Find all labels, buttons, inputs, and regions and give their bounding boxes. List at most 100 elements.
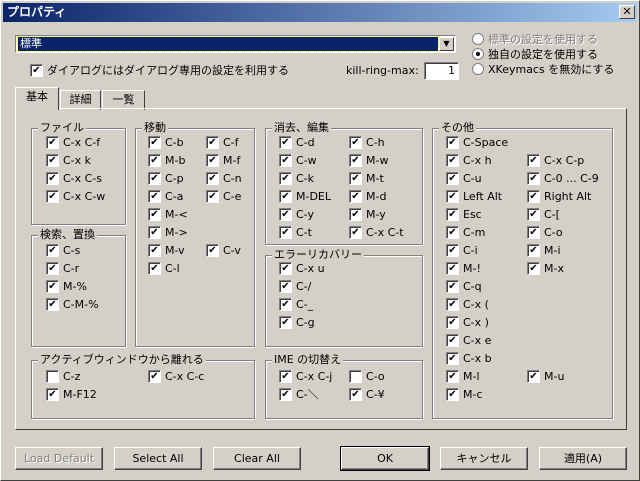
title-bar[interactable]: プロパティ ✕ <box>3 3 637 22</box>
checkbox-key[interactable]: C-x C-t <box>349 225 404 242</box>
checkbox-key[interactable]: M-l <box>446 369 480 386</box>
checkbox-label: C-x u <box>296 262 325 275</box>
checkbox-key[interactable]: C-q <box>446 279 482 296</box>
checkbox-key[interactable]: C-x C-c <box>148 369 204 386</box>
checkbox-key[interactable]: M-d <box>349 189 386 206</box>
checkbox-key[interactable]: C-d <box>279 135 315 152</box>
checkbox-box <box>46 279 59 293</box>
checkbox-box <box>206 153 219 167</box>
checkbox-key[interactable]: M-y <box>349 207 386 224</box>
checkbox-key[interactable]: C-[ <box>527 207 560 224</box>
checkbox-key[interactable]: M-i <box>527 243 561 260</box>
checkbox-key[interactable]: M-u <box>527 369 564 386</box>
checkbox-key[interactable]: Left Alt <box>446 189 503 206</box>
checkbox-key[interactable]: C-a <box>148 189 183 206</box>
checkbox-key[interactable]: C-o <box>527 225 563 242</box>
chevron-down-icon[interactable]: ▼ <box>439 37 454 51</box>
checkbox-key[interactable]: M-DEL <box>279 189 331 206</box>
checkbox-label: Left Alt <box>463 190 503 203</box>
checkbox-key[interactable]: C-＼ <box>279 387 319 404</box>
cancel-button[interactable]: キャンセル <box>440 447 528 470</box>
checkbox-key[interactable]: M-! <box>446 261 481 278</box>
checkbox-box <box>446 351 459 365</box>
checkbox-key[interactable]: C-_ <box>279 297 313 314</box>
checkbox-key[interactable]: C-x C-s <box>46 171 102 188</box>
checkbox-key[interactable]: C-p <box>148 171 184 188</box>
checkbox-key[interactable]: C-s <box>46 243 80 260</box>
checkbox-key[interactable]: C-Space <box>446 135 508 152</box>
checkbox-box <box>148 225 161 239</box>
checkbox-key[interactable]: C-¥ <box>349 387 385 404</box>
checkbox-key[interactable]: C-v <box>206 243 241 260</box>
checkbox-key[interactable]: C-b <box>148 135 184 152</box>
checkbox-key[interactable]: C-f <box>206 135 239 152</box>
checkbox-key[interactable]: C-m <box>446 225 485 242</box>
checkbox-box <box>279 297 292 311</box>
keymap-combo[interactable]: 標準 ▼ <box>15 35 456 53</box>
checkbox-key[interactable]: C-e <box>206 189 241 206</box>
checkbox-key[interactable]: M-x <box>527 261 564 278</box>
radio-use-custom[interactable]: 独自の設定を使用する <box>472 48 598 64</box>
checkbox-key[interactable]: M-f <box>206 153 240 170</box>
checkbox-key[interactable]: Right Alt <box>527 189 591 206</box>
checkbox-key[interactable]: C-r <box>46 261 79 278</box>
tab-basic[interactable]: 基本 <box>15 87 59 110</box>
checkbox-key[interactable]: C-x h <box>446 153 492 170</box>
dialog-settings-checkbox[interactable]: ダイアログにはダイアログ専用の設定を利用する <box>30 63 289 80</box>
checkbox-key[interactable]: C-x C-f <box>46 135 100 152</box>
checkbox-label: C-l <box>165 262 180 275</box>
tab-list[interactable]: 一覧 <box>102 90 145 110</box>
checkbox-key[interactable]: M-F12 <box>46 387 97 404</box>
checkbox-key[interactable]: M-> <box>148 225 188 242</box>
radio-use-default[interactable]: 標準の設定を使用する <box>472 33 598 49</box>
load-default-button[interactable]: Load Default <box>15 447 103 470</box>
checkbox-key[interactable]: C-y <box>279 207 314 224</box>
checkbox-box <box>527 243 540 257</box>
checkbox-key[interactable]: C-t <box>279 225 312 242</box>
checkbox-key[interactable]: C-w <box>279 153 317 170</box>
checkbox-key[interactable]: C-/ <box>279 279 311 296</box>
checkbox-key[interactable]: C-i <box>446 243 478 260</box>
tab-detail[interactable]: 詳細 <box>60 90 101 110</box>
checkbox-key[interactable]: M-v <box>148 243 185 260</box>
checkbox-key[interactable]: C-x u <box>279 261 325 278</box>
checkbox-key[interactable]: C-x C-w <box>46 189 105 206</box>
checkbox-key[interactable]: C-0 ... C-9 <box>527 171 599 188</box>
checkbox-box <box>46 261 59 275</box>
checkbox-box <box>446 387 459 401</box>
checkbox-key[interactable]: C-l <box>148 261 180 278</box>
radio-disable-xkeymacs[interactable]: XKeymacs を無効にする <box>472 63 614 79</box>
checkbox-key[interactable]: C-x C-p <box>527 153 584 170</box>
checkbox-key[interactable]: M-b <box>148 153 185 170</box>
kill-ring-input[interactable]: 1 <box>424 62 459 80</box>
checkbox-key[interactable]: C-k <box>279 171 314 188</box>
checkbox-key[interactable]: C-x ( <box>446 297 489 314</box>
ok-button[interactable]: OK <box>340 446 430 471</box>
select-all-button[interactable]: Select All <box>114 447 202 470</box>
checkbox-key[interactable]: C-z <box>46 369 80 386</box>
clear-all-button[interactable]: Clear All <box>213 447 301 470</box>
checkbox-key[interactable]: M-c <box>446 387 483 404</box>
checkbox-key[interactable]: C-x e <box>446 333 491 350</box>
checkbox-key[interactable]: C-M-% <box>46 297 99 314</box>
checkbox-key[interactable]: C-o <box>349 369 385 386</box>
checkbox-key[interactable]: C-x k <box>46 153 91 170</box>
checkbox-key[interactable]: Esc <box>446 207 482 224</box>
checkbox-key[interactable]: C-g <box>279 315 315 332</box>
checkbox-key[interactable]: M-w <box>349 153 388 170</box>
checkbox-box <box>46 171 59 185</box>
apply-button[interactable]: 適用(A) <box>539 447 627 470</box>
checkbox-key[interactable]: C-u <box>446 171 482 188</box>
checkbox-key[interactable]: C-x ) <box>446 315 489 332</box>
checkbox-key[interactable]: M-t <box>349 171 384 188</box>
close-button[interactable]: ✕ <box>619 5 635 19</box>
checkbox-key[interactable]: C-x b <box>446 351 492 368</box>
window-title: プロパティ <box>7 5 67 19</box>
checkbox-box <box>527 261 540 275</box>
checkbox-key[interactable]: M-% <box>46 279 87 296</box>
checkbox-key[interactable]: M-< <box>148 207 188 224</box>
checkbox-key[interactable]: C-n <box>206 171 242 188</box>
checkbox-key[interactable]: C-x C-j <box>279 369 332 386</box>
checkbox-key[interactable]: C-h <box>349 135 385 152</box>
checkbox-box <box>527 171 540 185</box>
